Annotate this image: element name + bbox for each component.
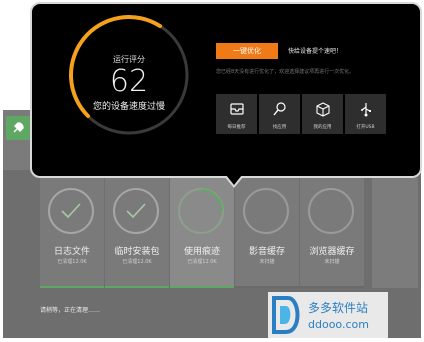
tool-find-apps[interactable]: 找应用: [259, 94, 300, 134]
watermark-title: 多多软件站: [308, 301, 368, 315]
scan-item-status: 已清理12.0K: [187, 259, 217, 265]
check-icon: [61, 203, 81, 219]
spinner-arc-icon: [200, 189, 223, 212]
tool-label: 我的应用: [313, 125, 332, 130]
progress-bar: [235, 286, 299, 288]
scan-item-status: 已清理12.0K: [122, 259, 152, 265]
scan-item-label: 使用痕迹: [183, 247, 220, 257]
popup-pointer-inner: [226, 175, 242, 185]
scan-item-temp-packages[interactable]: 临时安装包 已清理12.0K: [105, 178, 169, 288]
scan-item-status: 未扫描: [324, 259, 340, 265]
check-icon: [126, 203, 146, 219]
scan-item-media-cache[interactable]: 影音缓存 未扫描: [235, 178, 299, 288]
rocket-accelerate-button[interactable]: [6, 116, 30, 140]
scan-progress-ring: [243, 188, 289, 234]
scan-progress-ring: [308, 188, 354, 234]
side-panel: [372, 178, 418, 288]
status-text: 请稍等，正在清理……: [40, 307, 101, 314]
scan-item-label: 临时安装包: [114, 247, 160, 257]
usb-icon: [361, 103, 371, 117]
optimize-hint: 您已经8天没有进行优化了，欢迎选择建议项再进行一次优化。: [216, 69, 355, 75]
scan-progress-ring: [48, 188, 94, 234]
progress-bar: [105, 286, 169, 288]
score-description: 您的设备速度过慢: [92, 102, 165, 112]
optimize-tip: 快给设备提个速吧！: [288, 48, 343, 55]
inbox-icon: [230, 103, 244, 115]
tool-label: 找应用: [272, 125, 287, 130]
tool-buttons: 每日推荐 找应用 我的应用 打开USB: [216, 94, 388, 134]
scan-item-label: 日志文件: [53, 247, 90, 257]
scan-item-label: 影音缓存: [248, 247, 285, 257]
scan-progress-ring: [178, 188, 224, 234]
scan-item-log-files[interactable]: 日志文件 已清理12.0K: [40, 178, 104, 288]
watermark-url: ddooo.com: [308, 318, 369, 331]
scan-progress-ring: [113, 188, 159, 234]
watermark-logo: 多多软件站 ddooo.com: [268, 292, 388, 338]
tool-label: 每日推荐: [227, 125, 246, 130]
one-click-optimize-button[interactable]: 一键优化: [216, 43, 278, 59]
box-icon: [316, 102, 330, 117]
tool-my-apps[interactable]: 我的应用: [302, 94, 343, 134]
tool-open-usb[interactable]: 打开USB: [345, 94, 386, 134]
progress-bar: [170, 286, 234, 288]
scan-item-browser-cache[interactable]: 浏览器缓存 未扫描: [300, 178, 364, 288]
scan-item-status: 已清理12.0K: [57, 259, 87, 265]
tool-label: 打开USB: [356, 125, 375, 130]
scan-item-label: 浏览器缓存: [309, 247, 355, 257]
tool-daily-recommend[interactable]: 每日推荐: [216, 94, 257, 134]
progress-bar: [40, 286, 104, 288]
scan-item-status: 未扫描: [259, 259, 275, 265]
score-value: 62: [109, 64, 149, 99]
scan-item-list: 日志文件 已清理12.0K 临时安装包 已清理12.0K 使用痕迹 已清理12.…: [40, 178, 365, 288]
scan-item-usage-traces[interactable]: 使用痕迹 已清理12.0K: [170, 178, 234, 288]
rocket-icon: [13, 122, 24, 133]
progress-bar: [300, 286, 364, 288]
search-icon: [273, 102, 286, 116]
